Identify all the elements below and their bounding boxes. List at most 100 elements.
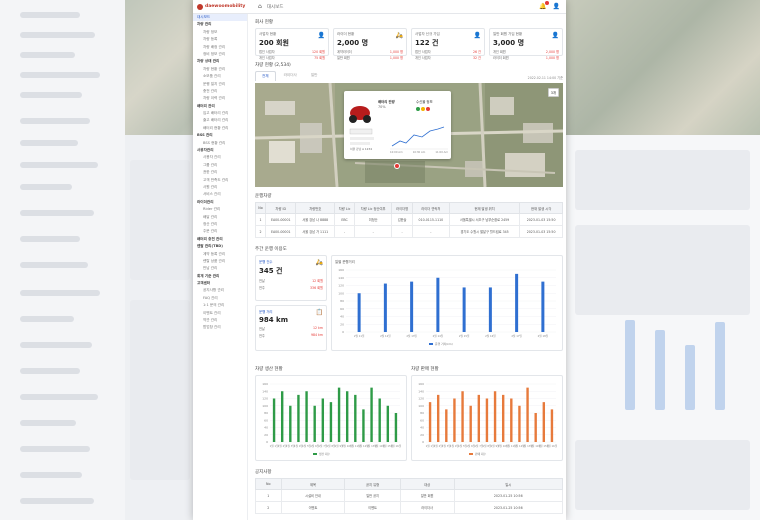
- table-header[interactable]: 대상: [399, 478, 455, 490]
- table-header[interactable]: 차량번호: [295, 202, 336, 214]
- sidebar-item[interactable]: 약관 관리: [193, 317, 247, 324]
- bar[interactable]: [362, 409, 365, 442]
- table-header[interactable]: 공지 유형: [344, 478, 401, 490]
- bell-icon[interactable]: 🔔: [539, 1, 549, 10]
- bar[interactable]: [289, 405, 292, 442]
- bar[interactable]: [462, 287, 466, 332]
- user-icon[interactable]: 👤: [553, 3, 560, 10]
- table-header[interactable]: 차량 Lic: [334, 202, 355, 214]
- bar[interactable]: [321, 398, 325, 443]
- sidebar-item[interactable]: 차량 현황 관리: [193, 66, 247, 73]
- table-header[interactable]: No: [255, 478, 282, 490]
- bar[interactable]: [488, 287, 492, 332]
- bar[interactable]: [370, 387, 373, 442]
- sidebar-item[interactable]: 배터리 현황 관리: [193, 125, 247, 132]
- sidebar-item[interactable]: 서비스 관리: [193, 191, 247, 198]
- bar[interactable]: [534, 413, 537, 442]
- bar[interactable]: [485, 398, 489, 443]
- table-header[interactable]: 라이더명: [391, 202, 413, 214]
- table-header[interactable]: 차량 ID: [265, 202, 297, 214]
- bar[interactable]: [297, 394, 300, 442]
- sidebar-item[interactable]: 배터리 충전 관리: [193, 236, 247, 243]
- bar[interactable]: [386, 405, 390, 442]
- vehicle-tab[interactable]: 전체: [255, 71, 276, 81]
- table-row[interactable]: 1 EA00-00001 서울 강남 나 8888 EBC 미정산 김한솔 010-0115…: [254, 213, 563, 226]
- vehicle-tab[interactable]: 일반: [305, 71, 324, 81]
- bar[interactable]: [526, 387, 529, 442]
- bar[interactable]: [436, 277, 440, 332]
- bar[interactable]: [445, 409, 448, 442]
- bar[interactable]: [313, 405, 316, 442]
- bar[interactable]: [541, 281, 545, 332]
- brand-logo[interactable]: daewoomobility: [197, 3, 252, 10]
- map-layer-button[interactable]: 3개: [547, 88, 559, 97]
- sidebar-item[interactable]: 배터리 관리: [193, 103, 247, 110]
- sidebar-item[interactable]: Rider 관리: [193, 206, 247, 213]
- sidebar-item[interactable]: 반납 관리: [193, 265, 247, 272]
- home-icon[interactable]: ⌂: [258, 3, 262, 10]
- vehicle-map[interactable]: 배터리 잔량 70% 수신율 정보 서울 강남 A 1234 10:00 Am …: [255, 83, 563, 187]
- sidebar-item[interactable]: 1:1 문의 관리: [193, 302, 247, 309]
- bar[interactable]: [383, 283, 387, 332]
- sidebar-item[interactable]: 배달 관리: [193, 214, 247, 221]
- sidebar-item[interactable]: 회계 기준 관리: [193, 273, 247, 280]
- bar[interactable]: [428, 402, 432, 442]
- table-row[interactable]: 2 EA00-00001 서울 강남 가 1111- - - - 경기도 수원시 팔달구 월…: [254, 225, 563, 238]
- bar[interactable]: [461, 391, 464, 442]
- bar[interactable]: [510, 398, 513, 443]
- sidebar-item[interactable]: 사원 관리: [193, 184, 247, 191]
- sidebar-item[interactable]: BSS 현황 관리: [193, 140, 247, 147]
- sidebar-item[interactable]: FAQ 관리: [193, 295, 247, 302]
- bar[interactable]: [354, 394, 357, 442]
- vehicle-marker[interactable]: [394, 163, 400, 169]
- bar[interactable]: [345, 391, 349, 442]
- sidebar-item[interactable]: 라이더관리: [193, 199, 247, 206]
- bar[interactable]: [501, 394, 505, 442]
- sidebar-item[interactable]: 공지사항 관리: [193, 287, 247, 294]
- bar[interactable]: [493, 391, 497, 442]
- sidebar-item[interactable]: 차량 관리: [193, 21, 247, 28]
- sidebar-item[interactable]: 운행 일지 관리: [193, 81, 247, 88]
- bar[interactable]: [329, 402, 333, 442]
- sidebar-item[interactable]: 사용자관리: [193, 147, 247, 154]
- table-header[interactable]: 현재 발생 위치: [448, 202, 521, 214]
- sidebar-item[interactable]: 정산 관리: [193, 221, 247, 228]
- sidebar-item[interactable]: 정비 정보 관리: [193, 51, 247, 58]
- sidebar-item[interactable]: 차량 등록: [193, 36, 247, 43]
- bar[interactable]: [410, 281, 414, 332]
- sidebar-item[interactable]: 팝업창 관리: [193, 324, 247, 331]
- sidebar-item[interactable]: 고객센터: [193, 280, 247, 287]
- sidebar-item[interactable]: 권한 관리: [193, 169, 247, 176]
- bar[interactable]: [477, 394, 481, 442]
- table-header[interactable]: 라이더 연락처: [411, 202, 450, 214]
- table-row[interactable]: 1 시설비 안내 일반 공지 일반 회원 2023-01-25 10:56: [255, 489, 564, 502]
- sidebar-item[interactable]: 차량 상태 관리: [193, 58, 247, 65]
- vehicle-info-popup[interactable]: 배터리 잔량 70% 수신율 정보 서울 강남 A 1234 10:00 Am …: [344, 91, 451, 159]
- table-header[interactable]: No: [254, 202, 267, 214]
- bar[interactable]: [394, 413, 398, 442]
- sidebar-item[interactable]: 렌탈 상품 관리: [193, 258, 247, 265]
- sidebar-item[interactable]: 이벤트 관리: [193, 310, 247, 317]
- sidebar-item[interactable]: 대시보드: [193, 14, 247, 22]
- breadcrumb[interactable]: 대시보드: [267, 4, 284, 10]
- table-header[interactable]: 차량 Lic 정산여부: [353, 202, 393, 214]
- sidebar-item[interactable]: 렌탈 관리(TBD): [193, 243, 247, 250]
- sidebar-item[interactable]: 계약 등록 관리: [193, 251, 247, 258]
- sidebar-item[interactable]: 주문 관리: [193, 228, 247, 235]
- bar[interactable]: [515, 273, 519, 332]
- sidebar-item[interactable]: 출고 배터리 관리: [193, 117, 247, 124]
- sidebar-item[interactable]: 그룹 관리: [193, 162, 247, 169]
- bar[interactable]: [337, 387, 341, 442]
- sidebar-item[interactable]: 차량 이력 관리: [193, 95, 247, 102]
- sidebar-item[interactable]: BSS 관리: [193, 132, 247, 139]
- bar[interactable]: [378, 398, 381, 443]
- bar[interactable]: [280, 391, 284, 442]
- sidebar-item[interactable]: 고객 만족도 관리: [193, 177, 247, 184]
- sidebar-item[interactable]: 입고 배터리 관리: [193, 110, 247, 117]
- table-row[interactable]: 2 이벤트 이벤트 라이더사 2023-01-25 10:56: [255, 501, 564, 514]
- sidebar-item[interactable]: 차량 배정 관리: [193, 44, 247, 51]
- bar[interactable]: [357, 293, 361, 332]
- bar[interactable]: [272, 398, 276, 443]
- table-header[interactable]: 현재 발생 시각: [519, 202, 563, 214]
- bar[interactable]: [542, 402, 546, 442]
